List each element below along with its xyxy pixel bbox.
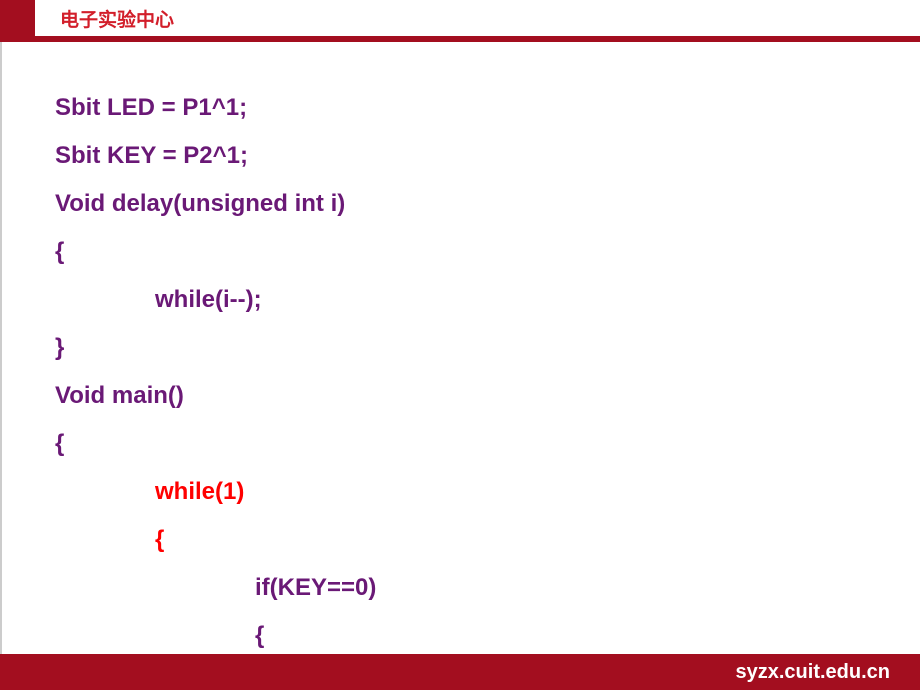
- code-area: Sbit LED = P1^1;Sbit KEY = P2^1;Void del…: [0, 42, 920, 660]
- header-title: 电子实验中心: [60, 5, 174, 32]
- header-bar: 电子实验中心: [0, 0, 920, 42]
- code-line-7: {: [55, 420, 920, 468]
- header-inner: 电子实验中心: [35, 0, 920, 36]
- code-line-0: Sbit LED = P1^1;: [55, 84, 920, 132]
- footer-bar: syzx.cuit.edu.cn: [0, 654, 920, 690]
- code-line-4: while(i--);: [55, 276, 920, 324]
- code-line-9: {: [55, 516, 920, 564]
- code-line-10: if(KEY==0): [55, 564, 920, 612]
- code-line-11: {: [55, 612, 920, 660]
- code-line-1: Sbit KEY = P2^1;: [55, 132, 920, 180]
- code-line-5: }: [55, 324, 920, 372]
- code-line-3: {: [55, 228, 920, 276]
- code-line-6: Void main(): [55, 372, 920, 420]
- code-line-8: while(1): [55, 468, 920, 516]
- footer-url: syzx.cuit.edu.cn: [736, 661, 891, 684]
- code-line-2: Void delay(unsigned int i): [55, 180, 920, 228]
- left-border: [0, 0, 2, 690]
